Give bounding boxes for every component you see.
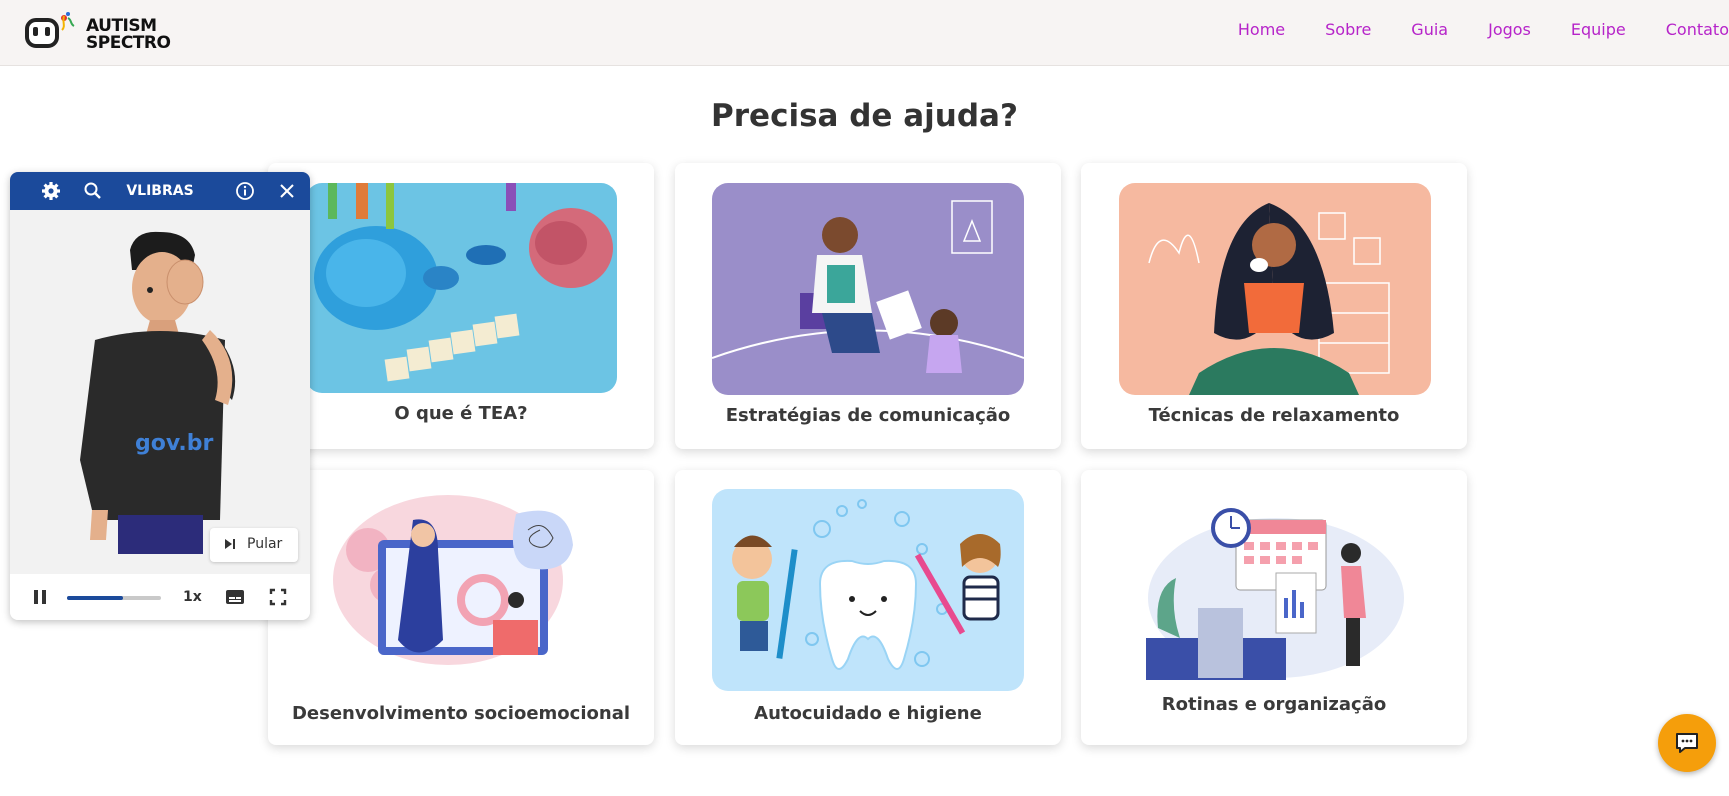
vlibras-header: VLIBRAS [10, 172, 310, 210]
logo-line-2: SPECTRO [86, 33, 171, 53]
card-image-relaxation [1119, 183, 1431, 395]
speed-button[interactable]: 1x [183, 589, 202, 605]
site-logo[interactable]: AUTISM SPECTRO [24, 6, 174, 56]
skip-next-icon [222, 536, 238, 556]
card-rotinas-organizacao[interactable]: Rotinas e organização [1081, 470, 1467, 745]
avatar-shirt-text: gov.br [135, 431, 214, 456]
card-label: Estratégias de comunicação [725, 405, 1011, 426]
sign-language-avatar: gov.br [10, 210, 310, 554]
card-label: O que é TEA? [394, 403, 528, 424]
info-icon[interactable] [235, 181, 255, 201]
close-icon[interactable] [277, 181, 297, 201]
card-image-socioemotional [328, 490, 593, 682]
card-image-communication [712, 183, 1024, 395]
card-label: Desenvolvimento socioemocional [291, 703, 631, 724]
main-nav: Home Sobre Guia Jogos Equipe Contato [1198, 20, 1729, 39]
subtitles-icon[interactable] [225, 588, 245, 610]
page-title: Precisa de ajuda? [711, 98, 1018, 134]
progress-slider[interactable] [67, 596, 161, 600]
card-label: Técnicas de relaxamento [1148, 405, 1400, 426]
vlibras-controls: 1x [10, 574, 310, 620]
nav-sobre[interactable]: Sobre [1325, 20, 1371, 39]
fullscreen-icon[interactable] [269, 588, 287, 610]
chat-bubble-icon [1675, 732, 1699, 758]
chat-button[interactable] [1658, 714, 1716, 772]
pause-icon[interactable] [32, 588, 48, 610]
card-tecnicas-relaxamento[interactable]: Técnicas de relaxamento [1081, 163, 1467, 449]
vlibras-title: VLIBRAS [126, 183, 194, 199]
nav-home[interactable]: Home [1238, 20, 1285, 39]
card-image-hygiene [712, 489, 1024, 691]
card-autocuidado-higiene[interactable]: Autocuidado e higiene [675, 470, 1061, 745]
skip-button[interactable]: Pular [210, 528, 298, 562]
card-desenvolvimento-socioemocional[interactable]: Desenvolvimento socioemocional [268, 470, 654, 745]
card-estrategias-comunicacao[interactable]: Estratégias de comunicação [675, 163, 1061, 449]
nav-guia[interactable]: Guia [1411, 20, 1448, 39]
progress-fill [67, 596, 124, 600]
card-image-autism-handprints [306, 183, 617, 393]
card-o-que-e-tea[interactable]: O que é TEA? [268, 163, 654, 449]
skip-label: Pular [247, 536, 283, 552]
nav-contato[interactable]: Contato [1666, 20, 1729, 39]
nav-jogos[interactable]: Jogos [1488, 20, 1531, 39]
nav-equipe[interactable]: Equipe [1571, 20, 1626, 39]
vlibras-widget: VLIBRAS gov.br Pular 1x [10, 172, 310, 620]
card-image-routines [1146, 498, 1404, 680]
card-label: Rotinas e organização [1161, 694, 1387, 715]
robot-icon [25, 12, 75, 48]
card-label: Autocuidado e higiene [754, 703, 982, 724]
top-navbar: AUTISM SPECTRO Home Sobre Guia Jogos Equ… [0, 0, 1729, 66]
